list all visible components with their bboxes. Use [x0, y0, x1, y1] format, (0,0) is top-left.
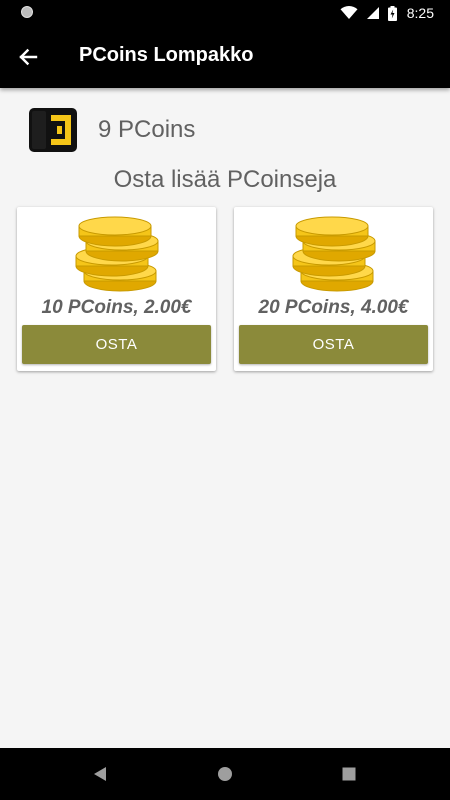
- nav-back-icon: [94, 767, 106, 781]
- cellular-signal-icon: [366, 7, 379, 19]
- nav-home-button[interactable]: [213, 762, 237, 786]
- nav-back-button[interactable]: [88, 762, 112, 786]
- buy-20-pcoins-button[interactable]: OSTA: [239, 325, 428, 364]
- buy-10-pcoins-button[interactable]: OSTA: [22, 325, 211, 364]
- wifi-icon: [340, 6, 358, 19]
- page-title: PCoins Lompakko: [79, 44, 254, 66]
- wallet-icon: [29, 108, 77, 152]
- wallet-balance-row: 9 PCoins: [28, 104, 195, 156]
- wallet-balance: 9 PCoins: [98, 116, 196, 143]
- product-label: 20 PCoins, 4.00€: [258, 297, 409, 318]
- coin-stack-icon: [292, 216, 375, 292]
- back-button[interactable]: [12, 41, 44, 73]
- app-bar: PCoins Lompakko: [0, 26, 450, 88]
- status-icons: 8:25: [340, 0, 434, 26]
- system-nav-bar: [0, 748, 450, 800]
- nav-home-icon: [218, 767, 232, 781]
- product-label: 10 PCoins, 2.00€: [41, 297, 192, 318]
- coin-stack-icon: [75, 216, 158, 292]
- nav-recents-button[interactable]: [337, 762, 361, 786]
- status-time: 8:25: [406, 5, 434, 21]
- notification-dot-icon: [21, 6, 33, 18]
- buy-more-heading: Osta lisää PCoinseja: [113, 166, 337, 193]
- product-card-20-pcoins: 20 PCoins, 4.00€ OSTA: [234, 207, 433, 371]
- status-bar: 8:25: [0, 0, 450, 26]
- arrow-back-icon: [19, 48, 38, 66]
- battery-charging-icon: [387, 5, 397, 21]
- nav-recents-icon: [342, 767, 356, 781]
- product-card-10-pcoins: 10 PCoins, 2.00€ OSTA: [17, 207, 216, 371]
